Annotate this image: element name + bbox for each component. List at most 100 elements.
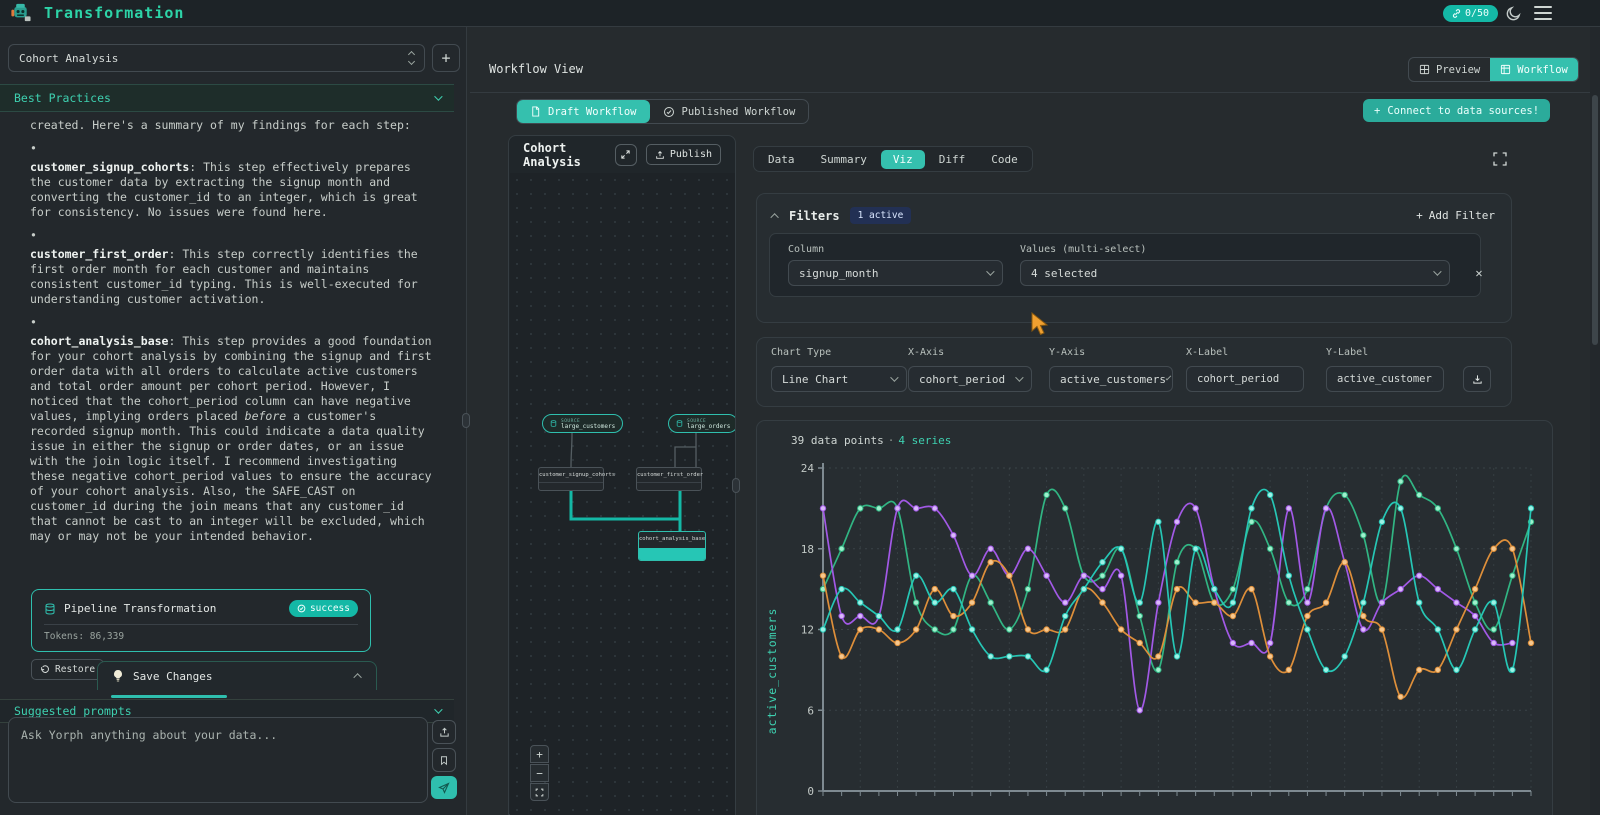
dark-mode-moon-icon[interactable] [1505,5,1522,22]
upload-icon [439,727,450,738]
chevron-up-icon [353,673,361,681]
pipeline-transformation-card[interactable]: Pipeline Transformation success Tokens: … [31,589,371,652]
workflow-button[interactable]: Workflow [1490,58,1578,81]
y-label-input[interactable] [1326,366,1444,392]
save-changes-panel[interactable]: Save Changes [97,661,377,690]
source-node-large-customers[interactable]: source large_customers [542,414,623,433]
publish-upload-icon [655,150,665,160]
line-chart: 06121824 [757,421,1553,815]
fullscreen-icon[interactable] [1492,151,1508,167]
file-icon [530,106,541,117]
y-axis-label: Y-Axis [1049,347,1085,358]
save-progress-indicator [111,695,227,698]
tab-published-workflow[interactable]: Published Workflow [650,100,809,123]
canvas-header: Cohort Analysis Publish [509,136,735,173]
menu-hamburger-icon[interactable] [1534,6,1552,20]
status-badge: success [289,600,358,617]
bp-step-2: customer_first_order: This step correctl… [30,247,436,307]
divider [470,92,1600,93]
best-practices-title: Best Practices [14,91,111,105]
page-title: Workflow View [489,62,583,76]
canvas-title: Cohort Analysis [523,141,606,169]
y-label-label: Y-Label [1326,347,1368,358]
chevron-down-icon [434,92,442,100]
collapse-chevron-icon[interactable] [770,213,778,221]
usage-badge[interactable]: 0/50 [1443,5,1498,22]
remove-filter-button[interactable]: ✕ [1470,264,1488,282]
tab-summary[interactable]: Summary [809,150,879,169]
preview-button[interactable]: Preview [1409,58,1490,81]
lightbulb-icon [112,669,124,683]
database-icon [44,603,56,615]
zoom-out-button[interactable]: − [530,764,549,782]
link-icon [1452,9,1461,18]
filter-row: Column signup_month Values (multi-select… [769,233,1481,297]
add-filter-button[interactable]: + Add Filter [1416,209,1495,222]
node-progress-fill [639,548,705,560]
tab-viz[interactable]: Viz [881,150,925,169]
column-select[interactable]: signup_month [788,260,1003,286]
node-customer-first-order[interactable]: customer_first_order [636,467,702,491]
send-button[interactable] [431,776,457,799]
expand-canvas-button[interactable] [615,144,637,166]
source-name: large_customers [561,424,615,429]
chart-controls-card: Chart Type Line Chart X-Axis cohort_peri… [756,337,1512,407]
bookmark-button[interactable] [432,748,456,772]
column-label: Column [788,244,824,255]
download-chart-button[interactable] [1463,366,1491,392]
bp-intro: created. Here's a summary of my findings… [30,118,436,133]
connect-data-sources-button[interactable]: + Connect to data sources! [1363,99,1550,122]
canvas-grid[interactable]: source large_customers source large_orde… [510,173,735,815]
chevron-down-icon [890,373,898,381]
download-icon [1472,374,1483,385]
workflow-canvas-panel: Cohort Analysis Publish [508,135,736,815]
view-toggle: Preview Workflow [1408,57,1579,82]
app-title: Transformation [44,4,184,22]
chart-type-label: Chart Type [771,347,831,358]
upload-button[interactable] [432,720,456,744]
chevron-down-icon [434,705,442,713]
tab-diff[interactable]: Diff [927,150,978,169]
chevron-down-icon [1015,373,1023,381]
bp-step-3: cohort_analysis_base: This step provides… [30,334,436,544]
pipeline-card-title: Pipeline Transformation [64,602,281,615]
chart-type-select[interactable]: Line Chart [771,366,907,392]
x-label-input[interactable] [1186,366,1304,392]
node-customer-signup-cohorts[interactable]: customer_signup_cohorts [538,467,604,491]
sidebar-resize-handle[interactable] [462,413,470,428]
svg-text:18: 18 [801,543,814,556]
chart-card: 39 data points·4 series active_customers… [756,420,1553,815]
add-workflow-button[interactable]: + [432,44,460,72]
chat-input[interactable] [8,717,428,803]
node-cohort-analysis-base[interactable]: cohort_analysis_base [638,531,706,561]
send-paper-plane-icon [438,782,450,794]
tab-data[interactable]: Data [756,150,807,169]
best-practices-header[interactable]: Best Practices [0,84,454,112]
tab-draft-workflow[interactable]: Draft Workflow [517,100,650,123]
filters-card: Filters 1 active + Add Filter Column sig… [756,193,1512,323]
source-node-large-orders[interactable]: source large_orders [668,414,735,433]
top-bar: Transformation 0/50 [0,0,1600,27]
values-label: Values (multi-select) [1020,244,1146,255]
svg-text:24: 24 [801,462,815,475]
values-multiselect[interactable]: 4 selected [1020,260,1450,286]
chevron-down-icon [1166,375,1172,381]
y-axis-select[interactable]: active_customers [1049,366,1173,392]
restore-icon [40,665,50,675]
x-axis-select[interactable]: cohort_period [908,366,1032,392]
scrollbar-thumb[interactable] [1592,95,1598,345]
workflow-select[interactable]: Cohort Analysis [8,44,425,72]
active-filters-badge: 1 active [850,207,912,224]
publish-button[interactable]: Publish [646,144,721,165]
fit-view-button[interactable] [530,783,549,801]
restore-button[interactable]: Restore [31,659,104,680]
database-icon [676,420,683,427]
workflow-state-tabs: Draft Workflow Published Workflow [516,99,809,124]
panel-resize-handle[interactable] [732,478,740,493]
expand-icon [620,149,631,160]
grid-icon [1419,64,1430,75]
zoom-in-button[interactable]: + [530,745,549,763]
grid-icon [1500,64,1511,75]
tab-code[interactable]: Code [979,150,1030,169]
check-circle-icon [297,604,306,613]
